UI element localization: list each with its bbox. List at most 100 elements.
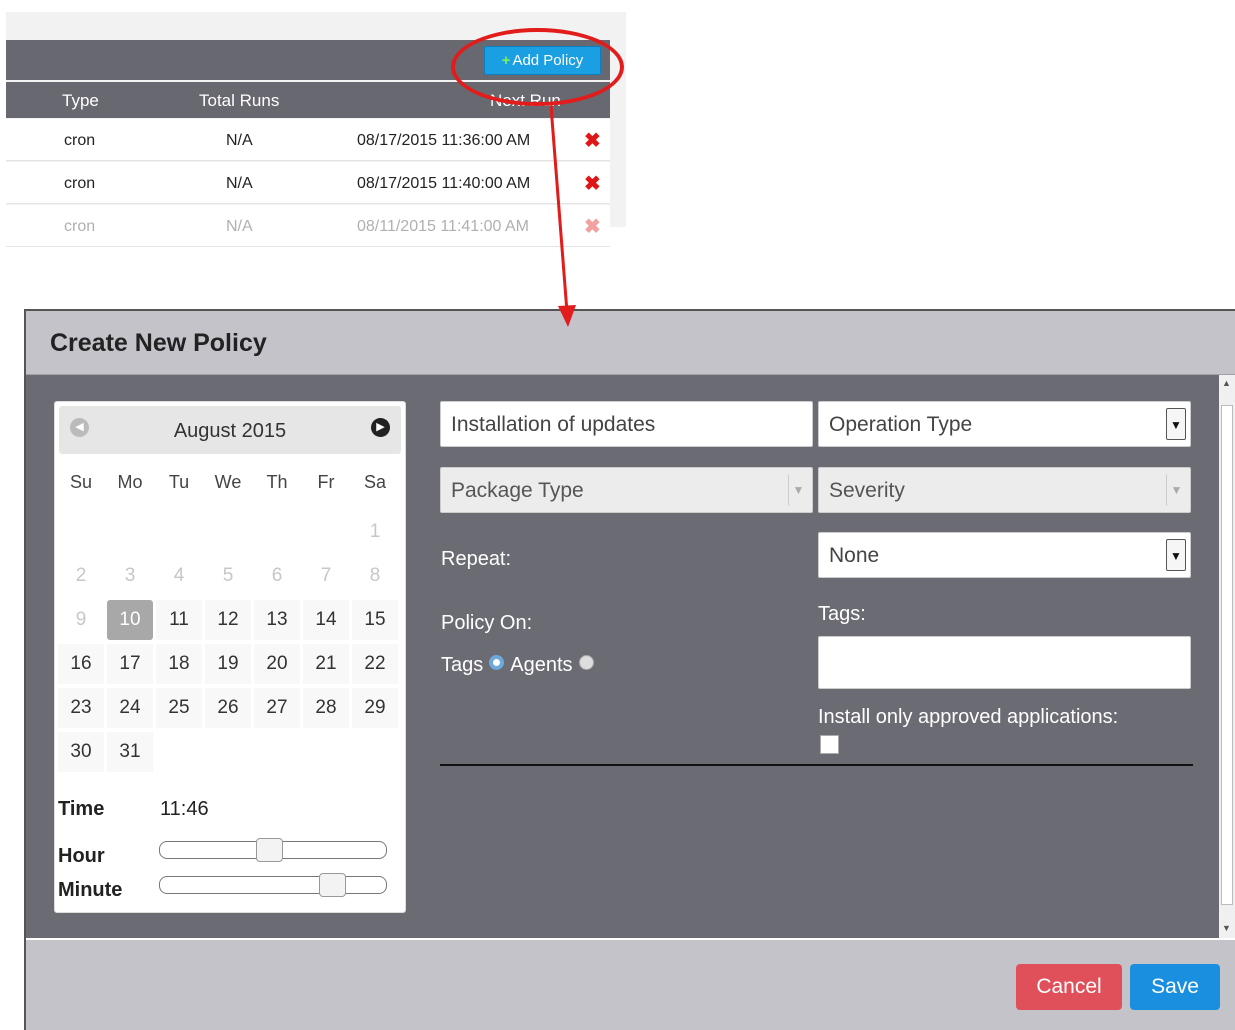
calendar-day[interactable]: 27: [254, 688, 300, 728]
operation-type-select[interactable]: Operation Type ▼: [818, 401, 1191, 447]
table-row[interactable]: cron N/A 08/17/2015 11:40:00 AM ✖: [6, 162, 610, 204]
calendar-day: 3: [107, 556, 153, 596]
repeat-label: Repeat:: [441, 548, 512, 570]
delete-icon[interactable]: ✖: [584, 171, 601, 196]
severity-select[interactable]: Severity ▼: [818, 467, 1191, 513]
row-next-run: 08/17/2015 11:36:00 AM: [357, 132, 531, 149]
tags-input[interactable]: [818, 636, 1191, 689]
minute-slider-handle[interactable]: [319, 873, 346, 897]
weekday-header: Su: [69, 472, 93, 492]
row-type: cron: [64, 218, 96, 235]
calendar-day[interactable]: 14: [303, 600, 349, 640]
scrollbar[interactable]: ▲ ▼: [1219, 375, 1235, 938]
calendar-day[interactable]: 26: [205, 688, 251, 728]
package-type-value: Package Type: [451, 479, 584, 502]
calendar-day[interactable]: 24: [107, 688, 153, 728]
dropdown-arrow-icon: ▼: [1166, 408, 1186, 440]
hour-slider[interactable]: [159, 838, 387, 862]
repeat-select[interactable]: None ▼: [818, 532, 1191, 578]
calendar-day[interactable]: 25: [156, 688, 202, 728]
operation-type-value: Operation Type: [829, 413, 973, 436]
calendar-day: 4: [156, 556, 202, 596]
calendar-day[interactable]: 31: [107, 732, 153, 772]
time-value: 11:46: [160, 798, 209, 820]
tags-label: Tags:: [818, 603, 866, 625]
weekday-header: Fr: [317, 472, 335, 492]
weekday-header: We: [214, 472, 242, 492]
policy-on-options: Tags Agents: [441, 654, 600, 677]
row-total-runs: N/A: [226, 175, 253, 192]
agents-radio[interactable]: [578, 655, 594, 670]
scrollbar-thumb[interactable]: [1221, 405, 1233, 905]
weekday-header: Sa: [363, 472, 387, 492]
calendar-day[interactable]: 15: [352, 600, 398, 640]
tags-option-label: Tags: [441, 654, 484, 676]
policy-on-label: Policy On:: [441, 612, 533, 634]
tags-radio[interactable]: [489, 655, 505, 670]
annotation-highlight-ellipse: [451, 28, 624, 106]
column-header-total-runs[interactable]: Total Runs: [199, 91, 279, 111]
weekday-header: Mo: [117, 472, 143, 492]
row-type: cron: [64, 175, 96, 192]
next-month-icon[interactable]: ▶: [371, 418, 390, 437]
calendar-day-selected[interactable]: 10: [107, 600, 153, 640]
row-type: cron: [64, 132, 96, 149]
dropdown-arrow-icon: ▼: [1166, 539, 1186, 571]
calendar-day[interactable]: 28: [303, 688, 349, 728]
row-next-run: 08/17/2015 11:40:00 AM: [357, 175, 531, 192]
repeat-value: None: [829, 544, 880, 567]
minute-label: Minute: [58, 879, 123, 901]
date-picker: ◀ August 2015 ▶ Su Mo Tu We Th Fr Sa 1 2 3 4 5 6 7 8 9 1…: [54, 401, 406, 913]
calendar-day[interactable]: 18: [156, 644, 202, 684]
calendar-day[interactable]: 19: [205, 644, 251, 684]
calendar-day: 9: [58, 600, 104, 640]
row-next-run: 08/11/2015 11:41:00 AM: [357, 218, 529, 235]
minute-slider[interactable]: [159, 873, 387, 897]
dialog-header: Create New Policy: [26, 311, 1235, 375]
calendar-day[interactable]: 12: [205, 600, 251, 640]
dropdown-arrow-icon: ▼: [788, 474, 808, 506]
calendar-day: 1: [352, 512, 398, 552]
dropdown-arrow-icon: ▼: [1166, 474, 1186, 506]
cancel-button[interactable]: Cancel: [1016, 964, 1122, 1010]
calendar-month-label: August 2015: [173, 420, 287, 442]
hour-label: Hour: [58, 845, 105, 867]
screenshot-stage: + Add Policy Type Total Runs Next Run cro…: [0, 0, 1235, 1030]
time-label: Time: [58, 798, 105, 820]
dialog-body: ◀ August 2015 ▶ Su Mo Tu We Th Fr Sa 1 2 3 4 5 6 7 8 9 1…: [26, 375, 1235, 938]
calendar-day[interactable]: 22: [352, 644, 398, 684]
severity-value: Severity: [829, 479, 905, 502]
calendar-header: ◀ August 2015 ▶: [59, 406, 401, 454]
approved-apps-checkbox[interactable]: [820, 735, 839, 754]
calendar-day[interactable]: 20: [254, 644, 300, 684]
delete-icon[interactable]: ✖: [584, 128, 601, 153]
calendar-day[interactable]: 17: [107, 644, 153, 684]
table-row[interactable]: cron N/A 08/11/2015 11:41:00 AM ✖: [6, 205, 610, 247]
scroll-down-icon[interactable]: ▼: [1222, 923, 1231, 933]
calendar-day: 8: [352, 556, 398, 596]
delete-icon[interactable]: ✖: [584, 214, 601, 239]
row-total-runs: N/A: [226, 218, 253, 235]
calendar-day[interactable]: 11: [156, 600, 202, 640]
create-policy-dialog: Create New Policy ◀ August 2015 ▶ Su Mo Tu…: [24, 309, 1235, 1030]
table-row[interactable]: cron N/A 08/17/2015 11:36:00 AM ✖: [6, 119, 610, 161]
weekday-header: Tu: [168, 472, 190, 492]
form-divider: [440, 764, 1193, 766]
approved-apps-label: Install only approved applications:: [818, 706, 1119, 728]
calendar-day[interactable]: 29: [352, 688, 398, 728]
calendar-day[interactable]: 23: [58, 688, 104, 728]
policy-name-input[interactable]: Installation of updates: [440, 401, 813, 447]
calendar-day[interactable]: 21: [303, 644, 349, 684]
package-type-select[interactable]: Package Type ▼: [440, 467, 813, 513]
save-button[interactable]: Save: [1130, 964, 1220, 1010]
column-header-type[interactable]: Type: [62, 91, 99, 111]
hour-slider-handle[interactable]: [256, 838, 283, 862]
agents-option-label: Agents: [510, 654, 573, 676]
policy-name-value: Installation of updates: [451, 413, 656, 436]
calendar-day[interactable]: 30: [58, 732, 104, 772]
calendar-day[interactable]: 13: [254, 600, 300, 640]
calendar-day: 7: [303, 556, 349, 596]
calendar-day[interactable]: 16: [58, 644, 104, 684]
weekday-header: Th: [266, 472, 288, 492]
scroll-up-icon[interactable]: ▲: [1222, 378, 1231, 388]
